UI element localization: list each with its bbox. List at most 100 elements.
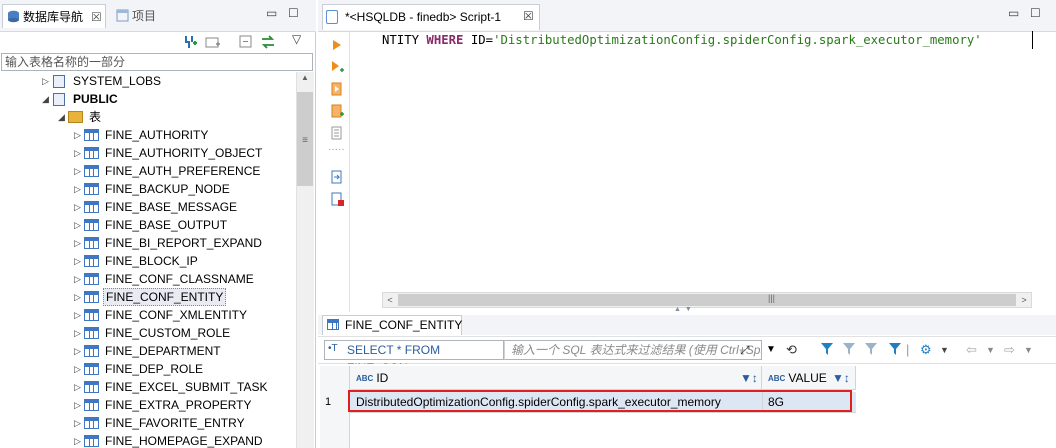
tab-script-1-label: *<HSQLDB - finedb> Script-1	[345, 10, 502, 24]
forward-icon[interactable]: ⇨	[1004, 342, 1015, 358]
execute-statement-icon[interactable]	[330, 38, 344, 52]
dropdown-arrow-icon[interactable]: ▼	[1024, 342, 1033, 358]
expand-icon[interactable]: ▷	[74, 342, 81, 360]
expand-icon[interactable]: ▷	[74, 432, 81, 448]
expand-icon[interactable]: ▷	[74, 180, 81, 198]
minimize-icon[interactable]: ▭	[266, 6, 277, 20]
execute-script-new-tab-icon[interactable]	[330, 104, 344, 118]
collapse-icon[interactable]: ◢	[42, 90, 49, 108]
maximize-icon[interactable]: ☐	[288, 6, 299, 20]
sort-filter-icon[interactable]: ▼↕	[832, 366, 850, 390]
execute-script-icon[interactable]	[330, 82, 344, 96]
editor-scrollbar-thumb[interactable]	[398, 294, 1016, 306]
dropdown-arrow-icon[interactable]: ▼	[940, 342, 949, 358]
maximize-icon[interactable]: ☐	[1030, 6, 1041, 20]
sql-code-line[interactable]: NTITY WHERE ID='DistributedOptimizationC…	[382, 33, 982, 47]
expand-icon[interactable]: ▷	[74, 162, 81, 180]
explain-plan-icon[interactable]	[330, 126, 344, 140]
expand-icon[interactable]: ▷	[74, 396, 81, 414]
view-menu-icon[interactable]: ▽	[292, 32, 301, 46]
expand-icon[interactable]: ▷	[74, 126, 81, 144]
tab-results-fine-conf-entity[interactable]: FINE_CONF_ENTITY	[322, 315, 462, 335]
code-mid: ID=	[463, 33, 494, 47]
expand-icon[interactable]: ▷	[74, 360, 81, 378]
table-icon	[84, 255, 99, 267]
expand-icon[interactable]: ▷	[74, 306, 81, 324]
expand-icon[interactable]: ▷	[74, 198, 81, 216]
table-icon	[327, 319, 339, 330]
clear-filter-icon[interactable]	[842, 342, 856, 356]
scrollbar-grip-icon: |||	[768, 293, 776, 303]
table-icon	[84, 183, 99, 195]
result-filter-input[interactable]: 输入一个 SQL 表达式来过滤结果 (使用 Ctrl+Space)	[504, 340, 762, 360]
tab-script-1[interactable]: *<HSQLDB - finedb> Script-1	[322, 4, 540, 30]
tree-item-label: FINE_EXTRA_PROPERTY	[105, 398, 252, 412]
text-caret	[1032, 31, 1033, 49]
column-header-value[interactable]: ABC VALUE ▼↕	[762, 366, 856, 390]
row-number: 1	[325, 396, 332, 408]
link-editor-icon[interactable]	[260, 34, 276, 50]
expand-icon[interactable]: ▷	[74, 324, 81, 342]
filter-column-icon[interactable]	[888, 342, 902, 356]
splitter-arrows-icon[interactable]: ▲▼	[674, 306, 696, 313]
table-icon	[84, 381, 99, 393]
scroll-right-arrow-icon[interactable]: >	[1016, 292, 1032, 308]
expand-icon[interactable]: ▷	[74, 144, 81, 162]
column-header-label: ID	[376, 371, 389, 385]
close-icon[interactable]: ☒	[91, 5, 102, 29]
delete-script-icon[interactable]	[330, 192, 344, 206]
dropdown-arrow-icon[interactable]: ▼	[986, 342, 995, 358]
refresh-icon[interactable]: ⟲	[786, 342, 797, 358]
code-keyword-where: WHERE	[426, 33, 464, 47]
expand-icon[interactable]: ▷	[74, 216, 81, 234]
expand-icon[interactable]: ▷	[74, 270, 81, 288]
minimize-icon[interactable]: ▭	[1008, 6, 1019, 20]
expand-editor-icon[interactable]: ⤢	[740, 343, 750, 358]
tree-item-label: FINE_CUSTOM_ROLE	[105, 326, 231, 340]
expand-icon[interactable]: ▷	[74, 234, 81, 252]
scroll-left-arrow-icon[interactable]: <	[382, 292, 398, 308]
scrollbar-grip-icon: ≡	[302, 135, 308, 146]
tab-project[interactable]: 项目	[112, 4, 192, 28]
sql-query-label[interactable]: SELECT * FROM FINE_CON	[324, 340, 504, 375]
history-icon[interactable]: ⚙	[920, 342, 932, 358]
new-folder-icon[interactable]	[205, 34, 221, 50]
execute-statement-new-tab-icon[interactable]	[330, 60, 344, 74]
expand-icon[interactable]: ▷	[74, 414, 81, 432]
table-icon	[84, 327, 99, 339]
tree-item-label: FINE_FAVORITE_ENTRY	[105, 416, 245, 430]
filter-history-dropdown-icon[interactable]: ▼	[766, 342, 776, 358]
table-icon	[84, 399, 99, 411]
tab-project-label: 项目	[132, 9, 157, 23]
tab-database-navigator-label: 数据库导航	[23, 10, 84, 24]
load-script-icon[interactable]	[330, 170, 344, 184]
database-navigator-icon	[8, 10, 19, 23]
tree-item-label: 表	[89, 110, 102, 124]
close-icon[interactable]: ☒	[523, 9, 534, 23]
collapse-all-icon[interactable]	[238, 34, 254, 50]
table-icon	[84, 273, 99, 285]
table-icon	[84, 201, 99, 213]
code-prefix: NTITY	[382, 33, 427, 47]
text-type-icon: ABC	[768, 374, 786, 383]
expand-icon[interactable]: ▷	[74, 288, 81, 306]
filter-icon[interactable]	[820, 342, 834, 356]
back-icon[interactable]: ⇦	[966, 342, 977, 358]
collapse-icon[interactable]: ◢	[58, 108, 65, 126]
connect-icon[interactable]	[182, 34, 198, 50]
expand-icon[interactable]: ▷	[42, 72, 49, 90]
schema-icon	[53, 93, 65, 106]
table-name-filter-input[interactable]: 输入表格名称的一部分	[1, 53, 313, 71]
table-icon	[84, 291, 99, 303]
filter-settings-icon[interactable]	[864, 342, 878, 356]
table-icon	[84, 435, 99, 447]
column-header-id[interactable]: ABC ID ▼↕	[350, 366, 762, 390]
table-icon	[84, 237, 99, 249]
tab-database-navigator[interactable]: 数据库导航 ☒	[2, 4, 106, 28]
expand-icon[interactable]: ▷	[74, 378, 81, 396]
sort-filter-icon[interactable]: ▼↕	[740, 366, 758, 390]
expand-icon[interactable]: ▷	[74, 252, 81, 270]
column-header-label: VALUE	[788, 371, 827, 385]
scroll-up-arrow-icon[interactable]: ▲	[296, 73, 314, 89]
table-icon	[84, 129, 99, 141]
